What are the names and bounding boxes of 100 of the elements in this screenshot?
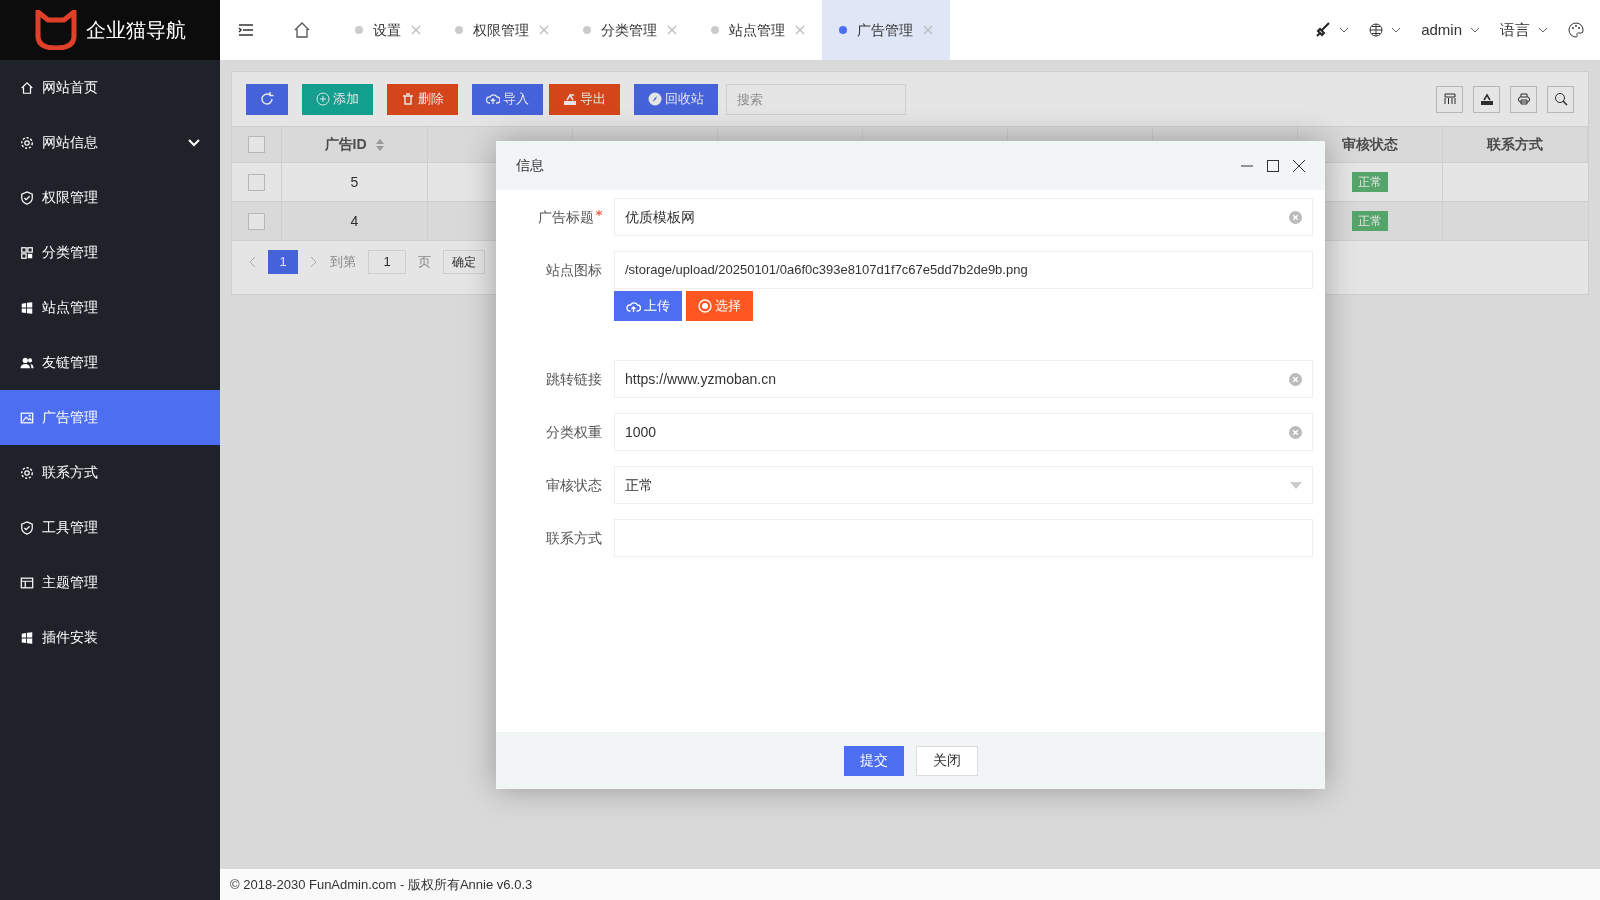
toolbar-button[interactable]: 删除 bbox=[387, 83, 458, 115]
goto-label: 到第 bbox=[330, 252, 356, 271]
export-button[interactable] bbox=[1473, 85, 1500, 113]
page-input[interactable]: 1 bbox=[368, 249, 406, 274]
export-icon bbox=[1479, 92, 1494, 106]
sidebar-item[interactable]: 主题管理 bbox=[0, 555, 220, 610]
clear-icon[interactable] bbox=[1289, 372, 1302, 386]
page-button[interactable]: 1 bbox=[268, 249, 298, 274]
compass-icon bbox=[648, 92, 662, 106]
cloud-upload-icon bbox=[486, 92, 500, 106]
chevron-icon[interactable] bbox=[188, 138, 200, 147]
prev-icon[interactable] bbox=[248, 255, 256, 268]
field-label: 审核状态 bbox=[546, 475, 602, 495]
plus-icon bbox=[316, 92, 330, 106]
grid-icon bbox=[20, 245, 34, 260]
field-label: 广告标题 bbox=[538, 207, 594, 227]
row-checkbox[interactable] bbox=[248, 212, 265, 230]
gear-icon bbox=[20, 135, 34, 150]
globe-icon[interactable] bbox=[1369, 23, 1384, 37]
toolbar-button[interactable]: 导入 bbox=[472, 83, 543, 115]
table-cell-text: 4 bbox=[350, 211, 359, 231]
sidebar-item[interactable]: 广告管理 bbox=[0, 390, 220, 445]
user-menu[interactable]: admin bbox=[1421, 18, 1462, 42]
shield-icon bbox=[20, 520, 34, 535]
trash-icon bbox=[401, 92, 415, 106]
tab[interactable]: 设置 bbox=[338, 0, 438, 60]
tab[interactable]: 广告管理 bbox=[822, 0, 950, 60]
sidebar-item[interactable]: 权限管理 bbox=[0, 170, 220, 225]
caret-icon[interactable] bbox=[1470, 27, 1480, 33]
panel-icon bbox=[20, 575, 34, 590]
dialog-title: 信息 bbox=[516, 156, 544, 175]
refresh-icon bbox=[259, 91, 275, 107]
sidebar-item[interactable]: 插件安装 bbox=[0, 610, 220, 665]
sidebar-item[interactable]: 网站信息 bbox=[0, 115, 220, 170]
tab[interactable]: 分类管理 bbox=[566, 0, 694, 60]
refresh-button[interactable] bbox=[246, 83, 288, 115]
sidebar-item[interactable]: 网站首页 bbox=[0, 60, 220, 115]
page-unit-label: 页 bbox=[418, 252, 431, 271]
close-button[interactable]: 关闭 bbox=[915, 745, 978, 776]
windows-icon bbox=[20, 630, 34, 645]
users-icon bbox=[20, 355, 34, 370]
field-label: 站点图标 bbox=[546, 260, 602, 280]
tab[interactable]: 权限管理 bbox=[438, 0, 566, 60]
brush-icon[interactable] bbox=[1315, 22, 1332, 38]
sidebar-item[interactable]: 站点管理 bbox=[0, 280, 220, 335]
menu-icon[interactable] bbox=[238, 23, 254, 37]
export-icon bbox=[563, 92, 577, 106]
sidebar-item[interactable]: 工具管理 bbox=[0, 500, 220, 555]
home-icon bbox=[20, 80, 34, 95]
column-header[interactable]: 联系方式 bbox=[1487, 134, 1543, 155]
sidebar-item[interactable]: 友链管理 bbox=[0, 335, 220, 390]
submit-button[interactable]: 提交 bbox=[843, 745, 904, 776]
table-cell-text: 5 bbox=[350, 172, 359, 192]
radio-icon bbox=[698, 299, 712, 313]
input-field[interactable]: https://www.yzmoban.cn bbox=[614, 360, 1313, 398]
toolbar-button[interactable]: 回收站 bbox=[634, 83, 718, 115]
clear-icon[interactable] bbox=[1289, 425, 1302, 439]
column-header[interactable]: 广告ID bbox=[324, 134, 367, 155]
input-field[interactable]: 1000 bbox=[614, 413, 1313, 451]
field-label: 跳转链接 bbox=[546, 369, 602, 389]
copyright-text: © 2018-2030 FunAdmin.com - 版权所有Annie v6.0.3 bbox=[230, 875, 533, 894]
status-badge: 正常 bbox=[1352, 172, 1388, 192]
language-menu[interactable]: 语言 bbox=[1500, 18, 1530, 42]
caret-icon[interactable] bbox=[1391, 27, 1402, 33]
checkbox[interactable] bbox=[248, 136, 265, 153]
upload-button[interactable]: 上传 bbox=[614, 291, 682, 321]
close-icon[interactable] bbox=[1293, 159, 1305, 172]
status-badge: 正常 bbox=[1352, 211, 1388, 231]
sort-icon[interactable] bbox=[374, 137, 385, 152]
sidebar-item[interactable]: 联系方式 bbox=[0, 445, 220, 500]
field-label: 分类权重 bbox=[546, 422, 602, 442]
field-label: 联系方式 bbox=[546, 528, 602, 548]
toolbar-button[interactable]: 导出 bbox=[549, 83, 620, 115]
select-field[interactable]: 正常 bbox=[614, 466, 1313, 504]
home-icon[interactable] bbox=[293, 21, 311, 39]
cloud-upload-icon bbox=[626, 299, 641, 313]
print-icon bbox=[1516, 92, 1531, 106]
input-field[interactable]: 优质模板网 bbox=[614, 198, 1313, 236]
columns-icon bbox=[1442, 92, 1457, 106]
print-button[interactable] bbox=[1510, 85, 1537, 113]
input-field[interactable]: /storage/upload/20250101/0a6f0c393e8107d1f7c67e5dd7b2de9b.png bbox=[614, 251, 1313, 289]
image-icon bbox=[20, 410, 34, 425]
search-field[interactable]: 搜索 bbox=[726, 83, 906, 115]
columns-button[interactable] bbox=[1436, 85, 1463, 113]
caret-icon[interactable] bbox=[1339, 27, 1350, 33]
tab[interactable]: 站点管理 bbox=[694, 0, 822, 60]
caret-icon[interactable] bbox=[1538, 27, 1548, 33]
search-button[interactable] bbox=[1547, 85, 1574, 113]
column-header[interactable]: 审核状态 bbox=[1342, 134, 1398, 155]
sidebar-item[interactable]: 分类管理 bbox=[0, 225, 220, 280]
confirm-button[interactable]: 确定 bbox=[443, 249, 485, 274]
maximize-icon[interactable] bbox=[1267, 159, 1279, 172]
windows-icon bbox=[20, 300, 34, 315]
next-icon[interactable] bbox=[310, 255, 318, 268]
app-title: 企业猫导航 bbox=[86, 18, 186, 43]
shield-icon bbox=[20, 190, 34, 205]
clear-icon[interactable] bbox=[1289, 210, 1302, 224]
palette-icon[interactable] bbox=[1568, 22, 1584, 38]
search-icon bbox=[1553, 92, 1568, 106]
row-checkbox[interactable] bbox=[248, 173, 265, 191]
